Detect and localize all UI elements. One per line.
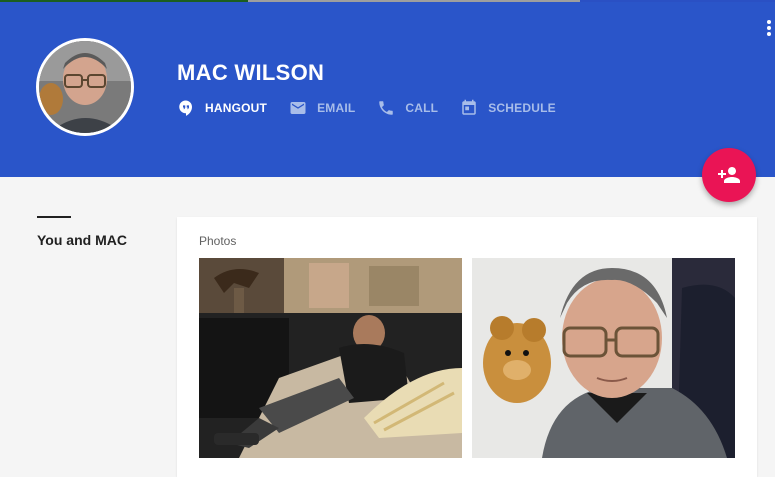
- photo-man-reclining-on-couch[interactable]: [199, 258, 462, 458]
- section-title: You and MAC: [37, 232, 127, 248]
- phone-icon: [379, 101, 394, 115]
- photos-title: Photos: [199, 234, 237, 248]
- call-button[interactable]: CALL: [377, 99, 438, 117]
- photo-man-with-glasses-and-teddy-bear[interactable]: [472, 258, 735, 458]
- add-contact-button[interactable]: [702, 148, 756, 202]
- avatar-photo: [39, 41, 131, 133]
- avatar[interactable]: [36, 38, 134, 136]
- hangout-icon: [179, 100, 192, 116]
- add-person-icon: [718, 167, 740, 183]
- hangout-label: HANGOUT: [205, 101, 268, 115]
- call-label: CALL: [405, 101, 439, 115]
- more-vert-icon[interactable]: [764, 20, 774, 40]
- email-button[interactable]: EMAIL: [289, 99, 355, 117]
- email-label: EMAIL: [317, 101, 356, 115]
- photo-1-image: [199, 258, 462, 458]
- photos-card: Photos: [177, 217, 757, 477]
- section-divider: [37, 216, 71, 218]
- calendar-icon: [462, 99, 476, 115]
- photo-2-image: [472, 258, 735, 458]
- schedule-button[interactable]: SCHEDULE: [460, 99, 556, 117]
- email-icon: [290, 102, 306, 114]
- schedule-label: SCHEDULE: [488, 101, 556, 115]
- contact-name: MAC WILSON: [177, 60, 325, 85]
- contact-actions: HANGOUT EMAIL CALL SCHEDULE: [177, 97, 578, 119]
- hangout-button[interactable]: HANGOUT: [177, 99, 267, 117]
